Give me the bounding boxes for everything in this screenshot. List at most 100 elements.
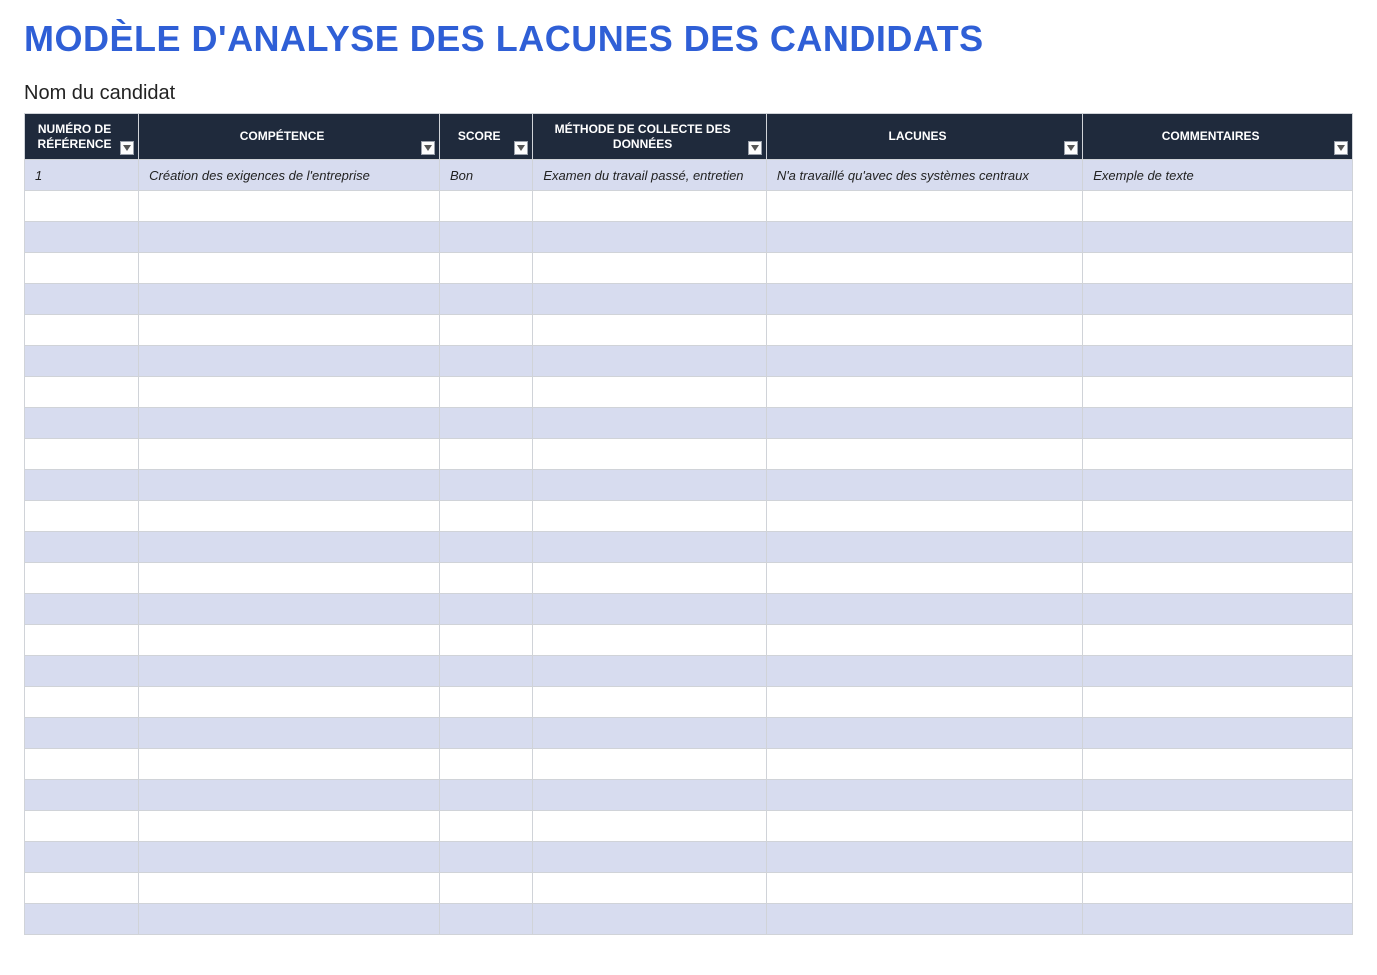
cell-score[interactable] xyxy=(440,718,533,749)
cell-method[interactable] xyxy=(533,408,766,439)
cell-ref[interactable] xyxy=(25,284,139,315)
cell-comment[interactable] xyxy=(1083,718,1353,749)
cell-comment[interactable] xyxy=(1083,687,1353,718)
cell-method[interactable] xyxy=(533,718,766,749)
cell-comment[interactable] xyxy=(1083,873,1353,904)
cell-gap[interactable] xyxy=(766,191,1082,222)
cell-comment[interactable] xyxy=(1083,501,1353,532)
cell-method[interactable] xyxy=(533,191,766,222)
cell-ref[interactable] xyxy=(25,315,139,346)
cell-competence[interactable]: Création des exigences de l'entreprise xyxy=(139,160,440,191)
cell-competence[interactable] xyxy=(139,470,440,501)
cell-gap[interactable] xyxy=(766,439,1082,470)
cell-score[interactable] xyxy=(440,470,533,501)
cell-ref[interactable] xyxy=(25,594,139,625)
cell-competence[interactable] xyxy=(139,718,440,749)
cell-competence[interactable] xyxy=(139,563,440,594)
cell-comment[interactable] xyxy=(1083,563,1353,594)
cell-ref[interactable] xyxy=(25,873,139,904)
cell-competence[interactable] xyxy=(139,842,440,873)
cell-method[interactable] xyxy=(533,594,766,625)
cell-method[interactable] xyxy=(533,563,766,594)
cell-method[interactable] xyxy=(533,346,766,377)
cell-competence[interactable] xyxy=(139,408,440,439)
cell-ref[interactable] xyxy=(25,656,139,687)
cell-gap[interactable] xyxy=(766,687,1082,718)
cell-method[interactable] xyxy=(533,656,766,687)
cell-score[interactable] xyxy=(440,284,533,315)
cell-ref[interactable] xyxy=(25,718,139,749)
cell-competence[interactable] xyxy=(139,191,440,222)
cell-competence[interactable] xyxy=(139,377,440,408)
cell-competence[interactable] xyxy=(139,284,440,315)
cell-method[interactable] xyxy=(533,842,766,873)
filter-button[interactable] xyxy=(1064,141,1078,155)
cell-ref[interactable] xyxy=(25,563,139,594)
cell-method[interactable]: Examen du travail passé, entretien xyxy=(533,160,766,191)
cell-score[interactable] xyxy=(440,780,533,811)
cell-ref[interactable] xyxy=(25,222,139,253)
cell-gap[interactable] xyxy=(766,842,1082,873)
filter-button[interactable] xyxy=(120,141,134,155)
cell-score[interactable] xyxy=(440,904,533,935)
cell-ref[interactable] xyxy=(25,749,139,780)
cell-ref[interactable] xyxy=(25,253,139,284)
filter-button[interactable] xyxy=(748,141,762,155)
cell-comment[interactable] xyxy=(1083,780,1353,811)
cell-ref[interactable] xyxy=(25,470,139,501)
cell-comment[interactable] xyxy=(1083,408,1353,439)
cell-gap[interactable] xyxy=(766,718,1082,749)
cell-score[interactable] xyxy=(440,191,533,222)
cell-gap[interactable] xyxy=(766,408,1082,439)
cell-ref[interactable] xyxy=(25,811,139,842)
cell-competence[interactable] xyxy=(139,346,440,377)
cell-method[interactable] xyxy=(533,532,766,563)
cell-ref[interactable] xyxy=(25,625,139,656)
cell-score[interactable] xyxy=(440,873,533,904)
filter-button[interactable] xyxy=(514,141,528,155)
cell-method[interactable] xyxy=(533,470,766,501)
cell-gap[interactable] xyxy=(766,749,1082,780)
cell-comment[interactable] xyxy=(1083,222,1353,253)
cell-gap[interactable] xyxy=(766,780,1082,811)
cell-score[interactable] xyxy=(440,439,533,470)
cell-ref[interactable]: 1 xyxy=(25,160,139,191)
cell-score[interactable] xyxy=(440,253,533,284)
cell-score[interactable] xyxy=(440,346,533,377)
cell-competence[interactable] xyxy=(139,656,440,687)
cell-competence[interactable] xyxy=(139,532,440,563)
cell-gap[interactable] xyxy=(766,315,1082,346)
cell-score[interactable] xyxy=(440,749,533,780)
cell-competence[interactable] xyxy=(139,253,440,284)
cell-comment[interactable] xyxy=(1083,253,1353,284)
cell-method[interactable] xyxy=(533,501,766,532)
cell-comment[interactable]: Exemple de texte xyxy=(1083,160,1353,191)
cell-gap[interactable] xyxy=(766,656,1082,687)
cell-score[interactable] xyxy=(440,408,533,439)
cell-competence[interactable] xyxy=(139,687,440,718)
cell-comment[interactable] xyxy=(1083,656,1353,687)
cell-method[interactable] xyxy=(533,222,766,253)
cell-score[interactable] xyxy=(440,842,533,873)
cell-method[interactable] xyxy=(533,439,766,470)
cell-ref[interactable] xyxy=(25,687,139,718)
filter-button[interactable] xyxy=(1334,141,1348,155)
cell-competence[interactable] xyxy=(139,315,440,346)
cell-comment[interactable] xyxy=(1083,811,1353,842)
cell-comment[interactable] xyxy=(1083,594,1353,625)
cell-gap[interactable] xyxy=(766,284,1082,315)
cell-score[interactable] xyxy=(440,594,533,625)
cell-gap[interactable] xyxy=(766,811,1082,842)
cell-comment[interactable] xyxy=(1083,346,1353,377)
cell-method[interactable] xyxy=(533,253,766,284)
cell-comment[interactable] xyxy=(1083,377,1353,408)
cell-method[interactable] xyxy=(533,687,766,718)
cell-method[interactable] xyxy=(533,780,766,811)
cell-comment[interactable] xyxy=(1083,532,1353,563)
cell-competence[interactable] xyxy=(139,594,440,625)
cell-comment[interactable] xyxy=(1083,191,1353,222)
cell-score[interactable] xyxy=(440,501,533,532)
cell-score[interactable] xyxy=(440,222,533,253)
cell-ref[interactable] xyxy=(25,904,139,935)
cell-ref[interactable] xyxy=(25,346,139,377)
